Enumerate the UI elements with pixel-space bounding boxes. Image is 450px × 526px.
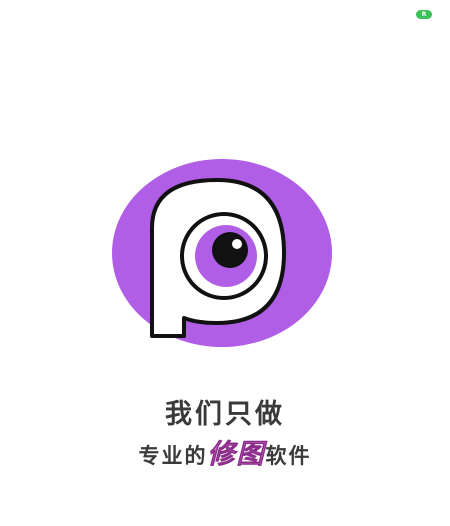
slogan-sub-prefix: 专业的 (138, 444, 208, 468)
status-badge: R (416, 10, 432, 19)
app-logo-icon (112, 158, 332, 358)
slogan-sub-suffix: 软件 (265, 444, 312, 468)
splash-screen: R 我们只做 专业的修图软件 (0, 0, 450, 526)
slogan-main: 我们只做 (165, 399, 285, 430)
slogan-sub-highlight: 修图 (207, 439, 266, 471)
slogan-sub: 专业的修图软件 (0, 432, 450, 471)
